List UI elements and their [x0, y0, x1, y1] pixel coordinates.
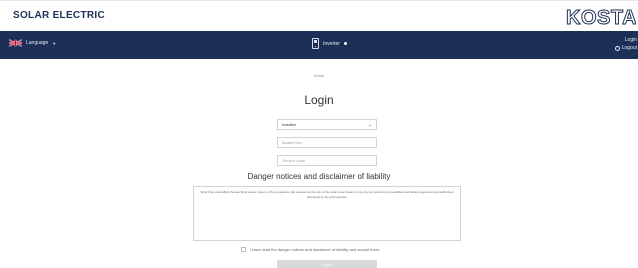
service-code-field[interactable] — [277, 155, 377, 166]
language-selector[interactable]: Language ▼ — [9, 39, 56, 47]
disclaimer-text: Work that could affect the electrical po… — [193, 186, 461, 241]
page-title: Login — [304, 93, 334, 107]
breadcrumb[interactable]: Home — [0, 73, 638, 78]
login-status-label: Logout — [621, 45, 637, 51]
top-header: SOLAR ELECTRIC KOSTAL — [0, 0, 638, 31]
login-link[interactable]: Login Logout — [614, 36, 637, 52]
device-indicator[interactable]: Inverter — [312, 38, 347, 49]
brand-name: SOLAR ELECTRIC — [13, 10, 105, 21]
master-key-input[interactable] — [282, 138, 372, 147]
uk-flag-icon — [9, 39, 22, 47]
inverter-icon — [312, 38, 319, 49]
main-navbar: Language ▼ Inverter Login Logout — [0, 31, 638, 59]
login-status: Logout — [614, 44, 637, 52]
accept-label: I have read the danger notices and discl… — [250, 247, 381, 252]
accept-row[interactable]: I have read the danger notices and discl… — [241, 247, 380, 252]
service-code-input[interactable] — [282, 156, 372, 165]
power-icon — [614, 45, 620, 51]
login-link-label: Login — [624, 37, 637, 43]
accept-checkbox[interactable] — [241, 247, 246, 252]
language-label: Language — [26, 40, 49, 46]
role-select-value: Installer — [282, 122, 297, 127]
danger-notices-title: Danger notices and disclaimer of liabili… — [247, 172, 391, 181]
chevron-down-icon: ⌄ — [367, 122, 372, 128]
kostal-logo: KOSTAL — [566, 7, 636, 30]
logo-text: KOSTAL — [566, 7, 636, 29]
master-key-field[interactable] — [277, 137, 377, 148]
chevron-down-icon: ▼ — [52, 40, 57, 46]
role-select[interactable]: Installer ⌄ — [277, 119, 377, 130]
status-dot-icon — [343, 42, 347, 45]
login-button[interactable]: Login — [277, 260, 377, 268]
device-name: Inverter — [323, 40, 340, 47]
